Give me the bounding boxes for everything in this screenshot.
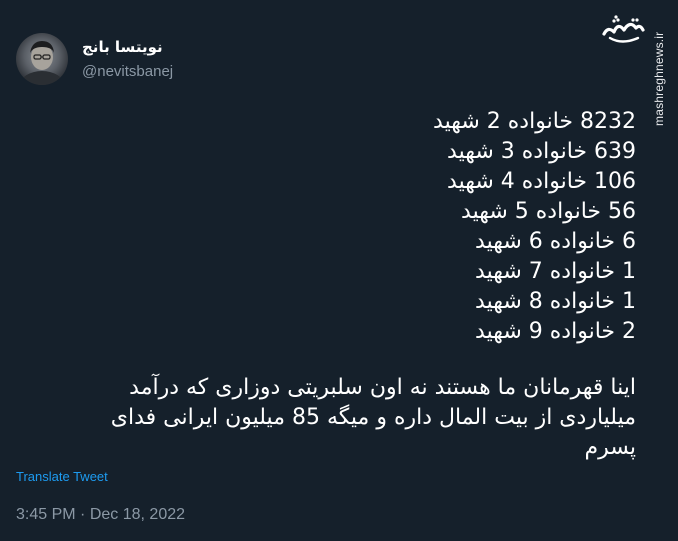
paragraph-line: میلیاردی از بیت المال داره و میگه 85 میل…: [110, 405, 636, 430]
timestamp-separator: ·: [80, 506, 86, 523]
stat-line: 639 خانواده 3 شهید: [447, 139, 636, 164]
stat-line: 56 خانواده 5 شهید: [461, 199, 636, 224]
tweet-time: 3:45 PM: [16, 506, 76, 523]
avatar-photo: [20, 41, 64, 85]
tweet-timestamp: 3:45 PM · Dec 18, 2022: [16, 506, 185, 524]
translate-tweet-link[interactable]: Translate Tweet: [16, 469, 108, 484]
tweet-paragraph: اینا قهرمانان ما هستند نه اون سلبریتی دو…: [36, 373, 636, 463]
tweet-card: نویتسا بانج @nevitsbanej mashreghnews.ir…: [0, 0, 678, 541]
paragraph-line: پسرم: [584, 435, 636, 460]
stat-line: 8232 خانواده 2 شهید: [433, 109, 636, 134]
stat-line: 1 خانواده 8 شهید: [475, 289, 636, 314]
avatar[interactable]: [16, 33, 68, 85]
watermark-url-text: mashreghnews.ir: [652, 31, 666, 126]
author-handle[interactable]: @nevitsbanej: [82, 63, 173, 80]
tweet-stats: 8232 خانواده 2 شهید 639 خانواده 3 شهید 1…: [196, 107, 636, 347]
stat-line: 106 خانواده 4 شهید: [447, 169, 636, 194]
tweet-date: Dec 18, 2022: [89, 506, 186, 523]
stat-line: 1 خانواده 7 شهید: [475, 259, 636, 284]
paragraph-line: اینا قهرمانان ما هستند نه اون سلبریتی دو…: [129, 375, 636, 400]
tweet-time-link[interactable]: 3:45 PM · Dec 18, 2022: [16, 506, 185, 523]
mashregh-logo-icon: [600, 12, 646, 48]
watermark-url: mashreghnews.ir: [648, 12, 668, 128]
author-name[interactable]: نویتسا بانج: [82, 38, 163, 56]
stat-line: 6 خانواده 6 شهید: [475, 229, 636, 254]
stat-line: 2 خانواده 9 شهید: [475, 319, 636, 344]
